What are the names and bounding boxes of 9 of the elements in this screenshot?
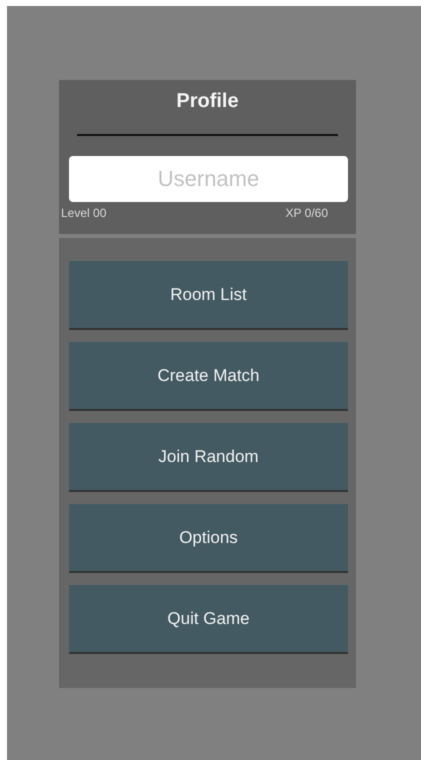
- menu-button[interactable]: Options: [69, 504, 348, 573]
- level-label: Level 00: [61, 206, 106, 220]
- menu-button[interactable]: Room List: [69, 261, 348, 330]
- profile-title: Profile: [175, 90, 240, 114]
- menu-button[interactable]: Quit Game: [69, 585, 348, 654]
- menu-button[interactable]: Create Match: [69, 342, 348, 411]
- xp-label: XP 0/60: [286, 206, 328, 220]
- menu-button[interactable]: Join Random: [69, 423, 348, 492]
- username-field[interactable]: Username: [69, 156, 348, 202]
